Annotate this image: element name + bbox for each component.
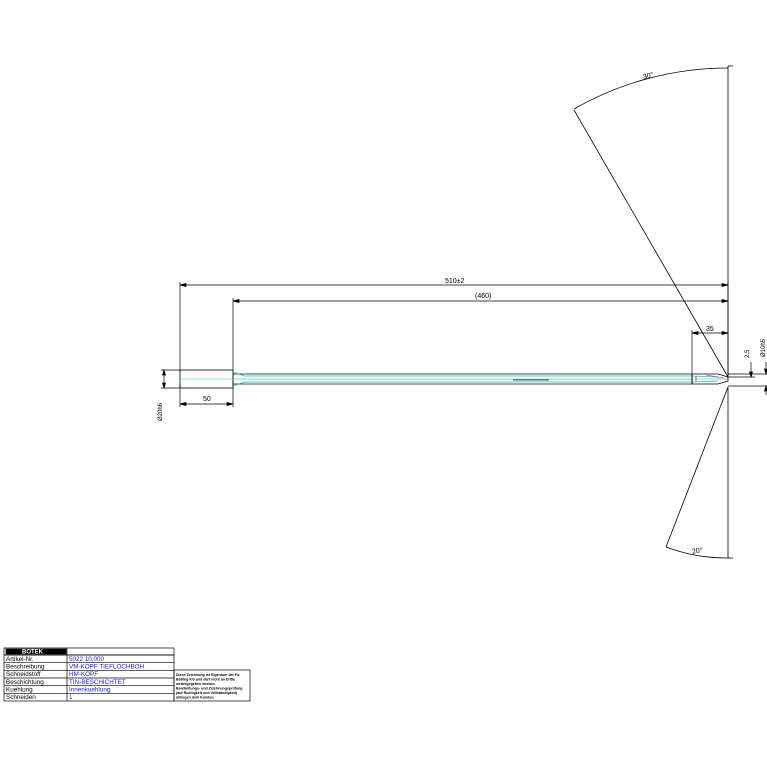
- tb-value-schneiden: 1: [69, 694, 73, 701]
- tb-label-beschreibung: Beschreibung: [6, 664, 45, 671]
- tb-value-schneidstoff: HM-KOPF: [69, 671, 98, 678]
- angle-30-label: 30°: [642, 71, 654, 81]
- note-line-1: Diese Zeichnung ist Eigentum der Fa.: [176, 673, 240, 677]
- tb-value-kuehlung: Innenkuehlung: [69, 687, 111, 694]
- company-logo: BOTEK: [22, 650, 44, 656]
- coolant-channel-upper: [232, 371, 719, 378]
- tip-length-dimension: [691, 330, 729, 376]
- tb-value-beschichtung: TIN-BESCHICHTET: [69, 679, 126, 686]
- drill-body: [179, 369, 729, 389]
- flute-length-label: (460): [475, 293, 491, 300]
- tb-label-artikel: Artikel-Nr.: [6, 656, 34, 663]
- tb-label-schneiden: Schneiden: [6, 694, 36, 701]
- note-line-4: Bearbeitungs- und Zeichnungsprüfung: [176, 687, 242, 691]
- tip-diameter-dimension: [728, 362, 767, 395]
- overall-length-label: 510±2: [445, 278, 465, 285]
- tb-label-beschichtung: Beschichtung: [6, 679, 44, 686]
- flute-length-dimension: [232, 298, 729, 372]
- note-line-2: Bötling KG und darf nicht an Dritte: [176, 678, 235, 682]
- tip-length-label: 35: [706, 326, 714, 333]
- angle-view-20: [665, 386, 733, 559]
- tip-offset-label: 2,5: [745, 349, 751, 358]
- angle-20-label: 20°: [691, 546, 703, 555]
- coolant-channel-lower: [232, 380, 719, 387]
- shank-diameter-label: Ø20h6: [158, 402, 164, 421]
- technical-drawing: 30° 20° 510±2 (460) 35 50 Ø20h6 2,5 Ø10h…: [3, 65, 767, 702]
- shank-diameter-dimension: [161, 368, 180, 390]
- overall-length-dimension: [179, 282, 729, 377]
- note-line-6: obliegen dem Kunden.: [176, 696, 215, 700]
- tip-offset-dimension: [728, 362, 755, 379]
- tb-value-beschreibung: VM-KOPF TIEFLOCHBOH: [69, 664, 145, 671]
- note-line-3: weitergegeben werden.: [175, 682, 216, 686]
- tb-label-schneidstoff: Schneidstoff: [6, 671, 41, 678]
- tb-label-kuehlung: Kuehlung: [6, 687, 33, 694]
- tip-diameter-label: Ø10h5: [761, 338, 767, 357]
- note-line-5: (auf Richtigkeit und Vollständigkeit): [176, 691, 238, 695]
- shank-length-label: 50: [203, 396, 211, 403]
- tb-value-artikel: 5022 10,000: [69, 656, 105, 663]
